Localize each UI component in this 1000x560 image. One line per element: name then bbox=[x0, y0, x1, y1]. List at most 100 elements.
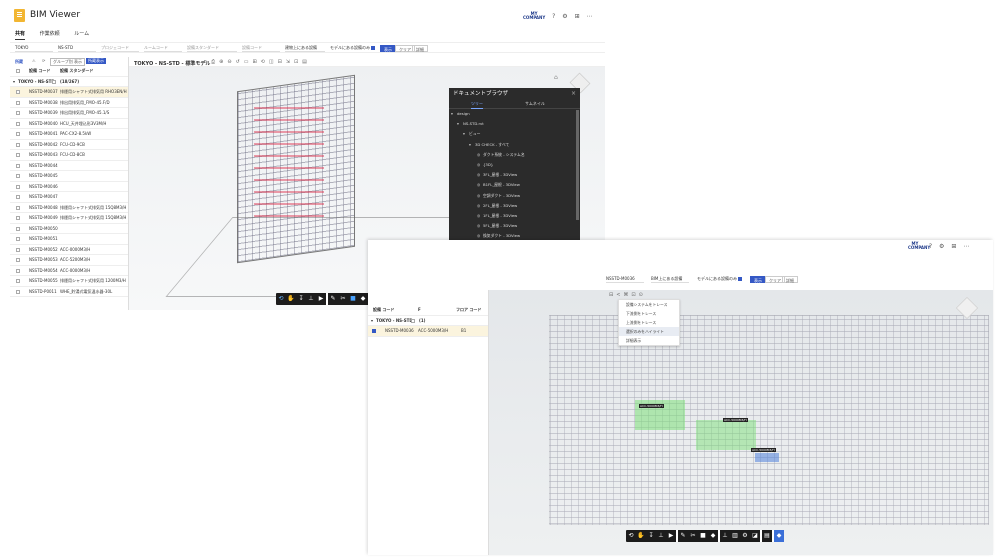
detail-button[interactable]: 詳細 bbox=[412, 45, 428, 52]
refresh-icon[interactable]: ⟳ bbox=[42, 58, 45, 63]
help-icon[interactable]: ? bbox=[552, 13, 555, 20]
markup-icon[interactable]: ◆ bbox=[358, 293, 368, 305]
tree-item[interactable]: ◎ 5FL_屋根 - 3DView bbox=[449, 221, 580, 231]
model-only-option[interactable]: モデルにある設備のみ bbox=[330, 45, 378, 52]
mode-select[interactable]: BIM上にある設備 bbox=[651, 276, 689, 283]
table-row[interactable]: NSSTD-M0052 ACC-0000M3/H bbox=[10, 245, 128, 255]
close-icon[interactable]: × bbox=[571, 90, 576, 97]
chevron-down-icon[interactable]: ▾ bbox=[371, 316, 373, 326]
pan-icon[interactable]: ✋ bbox=[286, 293, 296, 305]
orbit-icon[interactable]: ⟲ bbox=[276, 293, 286, 305]
help-icon[interactable]: ? bbox=[929, 243, 932, 250]
viewer-tools-icon[interactable]: ⊟<⌘⊡⊙ bbox=[609, 292, 646, 298]
model-viewer-2[interactable]: ⊟<⌘⊡⊙ ACC-5000M3/H ACC-5000M3/H ACC-5000… bbox=[489, 290, 993, 555]
table-row[interactable]: NSSTD-M0040 HCU_天井埋込形3V3M/H bbox=[10, 119, 128, 129]
row-checkbox[interactable] bbox=[16, 153, 20, 157]
tree-item[interactable]: ▾ ビュー bbox=[449, 129, 580, 139]
menu-item[interactable]: 選択のみをハイライト bbox=[619, 327, 679, 336]
list-group-header[interactable]: ▾ TOKYO - NS-STD (1) bbox=[368, 316, 488, 326]
row-checkbox[interactable] bbox=[16, 279, 20, 283]
table-row[interactable]: NSSTD-M0041 PAC-CX2-8.5kW bbox=[10, 129, 128, 140]
row-checkbox[interactable] bbox=[16, 205, 20, 210]
row-checkbox[interactable] bbox=[16, 289, 20, 294]
table-row[interactable]: NSSTD-M0043 FCU-CD-8CB bbox=[10, 150, 128, 161]
row-checkbox[interactable] bbox=[16, 111, 20, 115]
menu-item[interactable]: 詳細表示 bbox=[619, 336, 679, 345]
walk-icon[interactable]: ⊥ bbox=[306, 293, 316, 305]
pan-icon[interactable]: ✋ bbox=[636, 530, 646, 542]
orbit-icon[interactable]: ⟲ bbox=[626, 530, 636, 542]
row-checkbox[interactable] bbox=[16, 237, 20, 241]
menu-item[interactable]: 設備システムをトレース bbox=[619, 300, 679, 309]
group-view-button[interactable]: グループ別 表示 bbox=[50, 58, 86, 66]
model-only-option[interactable]: モデルにある設備のみ bbox=[697, 276, 747, 283]
tab-room[interactable]: ルーム bbox=[74, 30, 89, 37]
list-view-button[interactable]: 所蔵表示 bbox=[86, 58, 106, 64]
row-checkbox[interactable] bbox=[16, 258, 20, 262]
table-row[interactable]: NSSTD-M0051 bbox=[10, 234, 128, 245]
tree-item[interactable]: ◎ ダクト系統 - システム名 bbox=[449, 150, 580, 160]
tree-item[interactable]: ◎ 空調ダクト - 3DView bbox=[449, 191, 580, 201]
table-row[interactable]: NSSTD-M0049 排煙用シャフト式排気用 15Q8M3/H bbox=[10, 213, 128, 224]
row-checkbox[interactable] bbox=[372, 329, 376, 333]
walk-icon[interactable]: ⊥ bbox=[656, 530, 666, 542]
table-row[interactable]: NSSTD-M0037 排煙用シャフト式排気用 RHO3EN/H bbox=[10, 87, 128, 98]
row-checkbox[interactable] bbox=[16, 247, 20, 252]
equip-standard-field[interactable]: 設備スタンダード bbox=[187, 45, 237, 52]
apps-icon[interactable]: ⊞ bbox=[575, 13, 580, 20]
row-checkbox[interactable] bbox=[16, 100, 20, 105]
table-row[interactable]: NSSTD-M0045 bbox=[10, 171, 128, 182]
row-checkbox[interactable] bbox=[16, 184, 20, 189]
menu-item[interactable]: 上流側をトレース bbox=[619, 318, 679, 327]
apps-icon[interactable]: ⊞ bbox=[951, 243, 956, 250]
tree-item[interactable]: ◎ B1FL_屋根 - 3DView bbox=[449, 180, 580, 190]
zoom-icon[interactable]: ↧ bbox=[296, 293, 306, 305]
fullscreen-icon[interactable]: ◪ bbox=[750, 530, 760, 542]
tree-item[interactable]: ◎ 1FL_屋根 - 3DView bbox=[449, 211, 580, 221]
measure-icon[interactable]: ✎ bbox=[678, 530, 688, 542]
tree-item[interactable]: ◎ 3FL_屋根 - 3DView bbox=[449, 170, 580, 180]
table-row[interactable]: NSSTD-M0050 bbox=[10, 224, 128, 234]
highlight-equipment-2[interactable] bbox=[696, 420, 756, 450]
row-checkbox[interactable] bbox=[16, 121, 20, 126]
properties-icon[interactable]: ▥ bbox=[730, 530, 740, 542]
apply-button[interactable]: 表示 bbox=[750, 276, 766, 283]
tab-work-request[interactable]: 作業依頼 bbox=[40, 30, 60, 37]
tree-item[interactable]: ▾ NS-STD.rvt bbox=[449, 119, 580, 129]
project-field[interactable]: NS-STD bbox=[58, 45, 96, 52]
table-row[interactable]: NSSTD-M0055 排煙用シャフト式排気用 1200M3/H bbox=[10, 276, 128, 287]
more-icon[interactable]: ⋯ bbox=[587, 13, 593, 20]
region-field[interactable]: TOKYO bbox=[15, 45, 53, 52]
table-row[interactable]: NSSTD-M0048 排煙用シャフト式排気用 15Q8M3/H bbox=[10, 203, 128, 213]
detail-button[interactable]: 詳細 bbox=[782, 276, 798, 283]
table-row[interactable]: NSSTD-M0042 FCU-CD-9CB bbox=[10, 140, 128, 150]
model-only-checkbox[interactable] bbox=[738, 277, 743, 281]
camera-icon[interactable]: ▶ bbox=[666, 530, 676, 542]
settings-icon[interactable]: ⚙ bbox=[562, 13, 567, 20]
project-code-field[interactable]: プロジェコード bbox=[101, 45, 139, 52]
list-tab[interactable]: 所蔵 bbox=[15, 59, 23, 65]
tree-item[interactable]: ◎ 2FL_屋根 - 3DView bbox=[449, 201, 580, 211]
scrollbar[interactable] bbox=[576, 110, 579, 220]
selected-equipment[interactable] bbox=[755, 453, 779, 462]
table-row[interactable]: NSSTD-M0053 ACC-5200M3/H bbox=[10, 255, 128, 266]
tab-shared[interactable]: 共有 bbox=[15, 30, 26, 40]
section-icon[interactable]: ✂ bbox=[338, 293, 348, 305]
table-row[interactable]: NSSTD-M0054 ACC-0000M3/H bbox=[10, 266, 128, 276]
settings-icon[interactable]: ⚙ bbox=[740, 530, 750, 542]
row-checkbox[interactable] bbox=[16, 132, 20, 136]
tag-icon[interactable]: ◆ bbox=[774, 530, 784, 542]
row-checkbox[interactable] bbox=[16, 90, 20, 94]
table-row[interactable]: NSSTD-M0039 排出用排気用_FMO-45.1/S bbox=[10, 108, 128, 119]
model-only-checkbox[interactable] bbox=[371, 46, 376, 50]
tree-item[interactable]: ▾ 3D CHECK - すべて bbox=[449, 140, 580, 150]
row-checkbox[interactable] bbox=[16, 195, 20, 199]
group-checkbox[interactable] bbox=[411, 318, 415, 323]
home-icon[interactable]: ⌂ bbox=[554, 74, 558, 81]
row-checkbox[interactable] bbox=[16, 226, 20, 231]
apply-button[interactable]: 表示 bbox=[380, 45, 396, 52]
more-icon[interactable]: ⋯ bbox=[963, 243, 969, 250]
tree-item[interactable]: ◎ {3D} bbox=[449, 160, 580, 170]
group-checkbox[interactable] bbox=[52, 79, 56, 84]
viewer-tools-icon[interactable]: ⌂⎙⊕⊖↺▭⊞⟲◫⊟⇲⊡▤ bbox=[204, 59, 311, 65]
